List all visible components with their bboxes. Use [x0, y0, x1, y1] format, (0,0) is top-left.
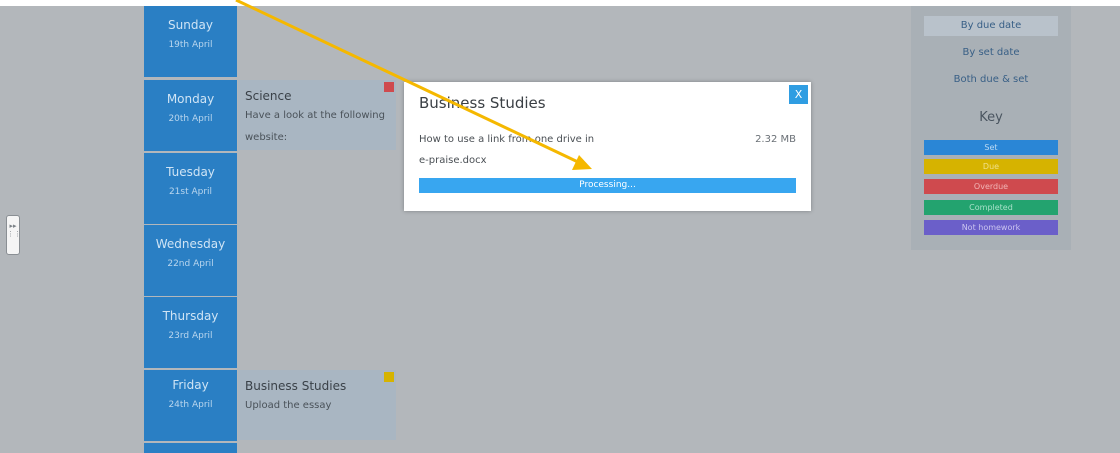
homework-title: Science [245, 89, 292, 103]
day-name: Friday [172, 378, 209, 392]
progress-label: Processing... [579, 180, 636, 190]
day-date: 21st April [168, 187, 213, 197]
grip-icon: ⋮⋮ [7, 230, 21, 238]
day-name: Tuesday [166, 165, 215, 179]
key-completed: Completed [924, 200, 1058, 215]
day-name: Sunday [168, 18, 213, 32]
upload-dialog: Business Studies X How to use a link fro… [404, 82, 811, 211]
sort-by-both-button[interactable]: Both due & set [924, 70, 1058, 90]
file-size: 2.32 MB [755, 134, 796, 145]
day-date: 22nd April [167, 259, 214, 269]
sort-by-set-date-button[interactable]: By set date [924, 43, 1058, 63]
file-name: How to use a link from one drive in [419, 134, 595, 145]
homework-description: Have a look at the following website: [245, 110, 385, 143]
key-set: Set [924, 140, 1058, 155]
sort-by-due-date-button[interactable]: By due date [924, 16, 1058, 36]
upload-progress-bar: Processing... [419, 178, 796, 193]
day-date: 23rd April [168, 331, 213, 341]
key-overdue: Overdue [924, 179, 1058, 194]
key-due: Due [924, 159, 1058, 174]
day-cell-friday[interactable]: Friday 24th April [144, 370, 237, 441]
homework-card-science[interactable]: Science Have a look at the following web… [238, 80, 396, 150]
double-chevron-right-icon: ▸▸ [9, 222, 17, 230]
dialog-title: Business Studies [419, 94, 546, 112]
day-date: 24th April [168, 400, 213, 410]
key-not-homework: Not homework [924, 220, 1058, 235]
filter-panel: By due date By set date Both due & set K… [911, 6, 1071, 250]
day-name: Monday [166, 92, 215, 106]
homework-title: Business Studies [245, 379, 347, 393]
due-flag-icon [384, 372, 394, 382]
overdue-flag-icon [384, 82, 394, 92]
day-date: 20th April [168, 114, 213, 124]
day-cell-monday[interactable]: Monday 20th April [144, 80, 237, 151]
file-name-continued: e-praise.docx [419, 155, 487, 166]
key-title: Key [979, 110, 1003, 125]
day-date: 19th April [168, 40, 213, 50]
homework-description: Upload the essay [245, 400, 332, 411]
day-cell-next[interactable] [144, 443, 237, 453]
homework-card-business-studies[interactable]: Business Studies Upload the essay [238, 370, 396, 440]
sidebar-toggle-handle[interactable]: ▸▸ ⋮⋮ [6, 215, 21, 255]
close-button[interactable]: X [789, 85, 808, 104]
day-name: Thursday [162, 309, 219, 323]
day-cell-sunday[interactable]: Sunday 19th April [144, 6, 237, 77]
day-cell-wednesday[interactable]: Wednesday 22nd April [144, 225, 237, 296]
day-cell-tuesday[interactable]: Tuesday 21st April [144, 153, 237, 224]
day-name: Wednesday [155, 237, 226, 251]
day-cell-thursday[interactable]: Thursday 23rd April [144, 297, 237, 368]
homework-calendar: Sunday 19th April Monday 20th April Tues… [0, 6, 1120, 453]
